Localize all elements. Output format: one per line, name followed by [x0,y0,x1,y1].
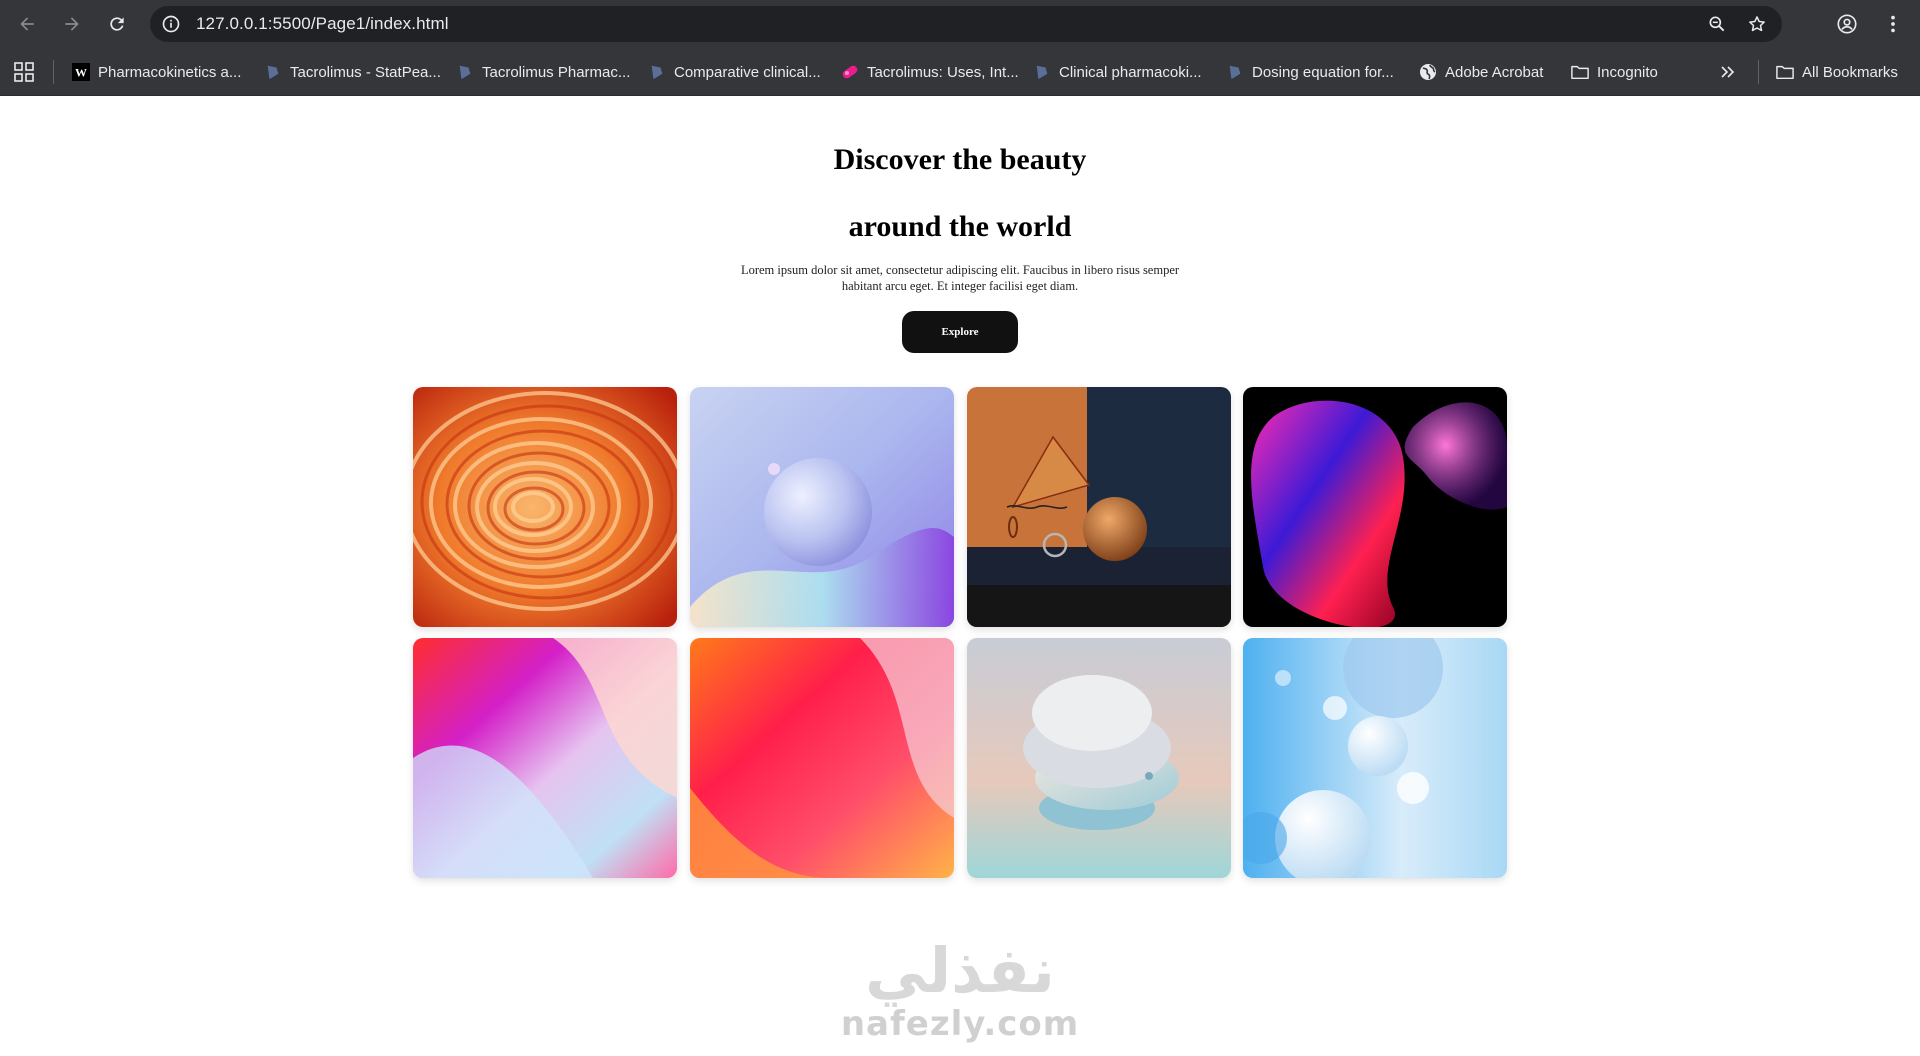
reload-icon [110,17,124,31]
bookmark-item[interactable]: Adobe Acrobat [1419,58,1543,86]
pill-icon [841,63,859,81]
sphere-and-cone-scene [967,387,1231,627]
explore-button[interactable]: Explore [902,311,1018,353]
red-orange-gradient [690,638,954,878]
page-icon [1226,63,1244,81]
page-icon [1033,63,1051,81]
bookmark-item[interactable]: Tacrolimus: Uses, Int... [841,58,1019,86]
star-icon[interactable] [1746,13,1768,35]
all-bookmarks-button[interactable]: All Bookmarks [1776,58,1898,86]
watermark-arabic: نفذلي [865,934,1055,1007]
bookmark-label: Comparative clinical... [674,63,821,81]
watermark: نفذلي nafezly.com [0,934,1920,1044]
apps-grid-icon[interactable] [14,62,34,82]
hero-title-line1: Discover the beauty [833,143,1087,176]
bookmark-label: Clinical pharmacoki... [1059,63,1202,81]
bookmark-item[interactable]: Tacrolimus Pharmac... [456,58,630,86]
orange-swirl-artwork [413,387,677,627]
forward-button[interactable] [54,6,90,42]
page-icon [648,63,666,81]
arrow-right-icon [65,17,79,31]
pink-purple-gradient [413,638,677,878]
blue-bubbles-artwork [1243,638,1507,878]
svg-text:W: W [75,66,87,80]
menu-icon[interactable] [1880,11,1906,37]
w-logo-icon: W [72,63,90,81]
folder-icon [1571,63,1589,81]
folder-icon [1776,63,1794,81]
page-icon [264,63,282,81]
bookmarks-bar: W Pharmacokinetics a... Tacrolimus - Sta… [0,48,1920,96]
neon-blob-artwork [1243,387,1507,627]
watermark-latin: nafezly.com [840,1004,1080,1044]
bookmark-label: Pharmacokinetics a... [98,63,242,81]
bookmark-label: Tacrolimus - StatPea... [290,63,441,81]
all-bookmarks-label: All Bookmarks [1802,63,1898,81]
globe-icon [1419,63,1437,81]
zoom-icon[interactable] [1706,13,1728,35]
bookmark-item[interactable]: Clinical pharmacoki... [1033,58,1202,86]
hero-title-line2: around the world [848,210,1072,243]
address-bar[interactable]: 127.0.0.1:5500/Page1/index.html [150,6,1782,42]
bookmarks-divider [53,60,54,84]
bookmark-item[interactable]: W Pharmacokinetics a... [72,58,241,86]
bookmark-item[interactable]: Dosing equation for... [1226,58,1394,86]
bookmarks-divider [1758,60,1759,84]
bookmark-item[interactable]: Tacrolimus - StatPea... [264,58,441,86]
url-text[interactable]: 127.0.0.1:5500/Page1/index.html [196,14,449,34]
browser-toolbar: 127.0.0.1:5500/Page1/index.html [0,0,1920,48]
bookmark-folder[interactable]: Incognito [1571,58,1658,86]
chevron-double-right-icon[interactable] [1718,62,1738,82]
bookmark-item[interactable]: Comparative clinical... [648,58,821,86]
back-button[interactable] [9,6,45,42]
pastel-sphere-artwork [690,387,954,627]
arrow-left-icon [20,17,34,31]
profile-icon[interactable] [1834,11,1860,37]
reload-button[interactable] [99,6,135,42]
bookmark-label: Tacrolimus Pharmac... [482,63,631,81]
hero-description: Lorem ipsum dolor sit amet, consectetur … [740,263,1180,293]
stacked-discs-artwork [967,638,1231,878]
bookmark-label: Tacrolimus: Uses, Int... [867,63,1019,81]
page-content: Discover the beauty around the world Lor… [0,96,1920,1056]
gallery-grid [413,387,1507,878]
page-icon [456,63,474,81]
site-info-icon[interactable] [160,13,182,35]
bookmark-label: Adobe Acrobat [1445,63,1544,81]
bookmark-label: Dosing equation for... [1252,63,1394,81]
bookmark-label: Incognito [1597,63,1658,81]
